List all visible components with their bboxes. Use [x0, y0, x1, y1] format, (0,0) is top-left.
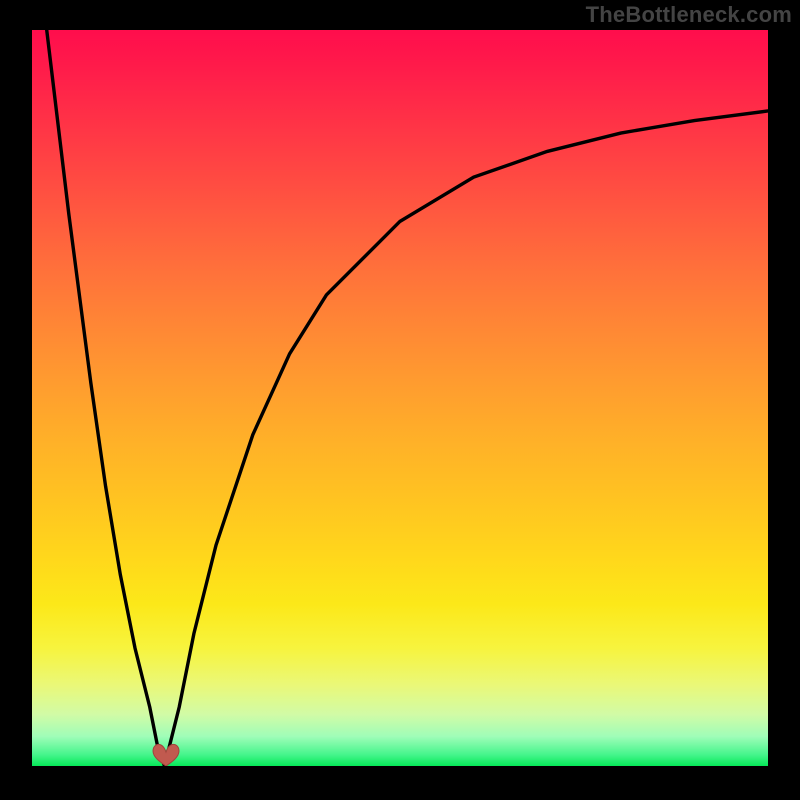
bottleneck-curve [32, 30, 768, 766]
chart-frame: TheBottleneck.com [0, 0, 800, 800]
curve-right-branch [164, 111, 768, 766]
plot-area [32, 30, 768, 766]
curve-left-branch [47, 30, 165, 766]
watermark-text: TheBottleneck.com [586, 2, 792, 28]
valley-marker-heart-icon [151, 742, 181, 766]
curve-group [47, 30, 768, 766]
